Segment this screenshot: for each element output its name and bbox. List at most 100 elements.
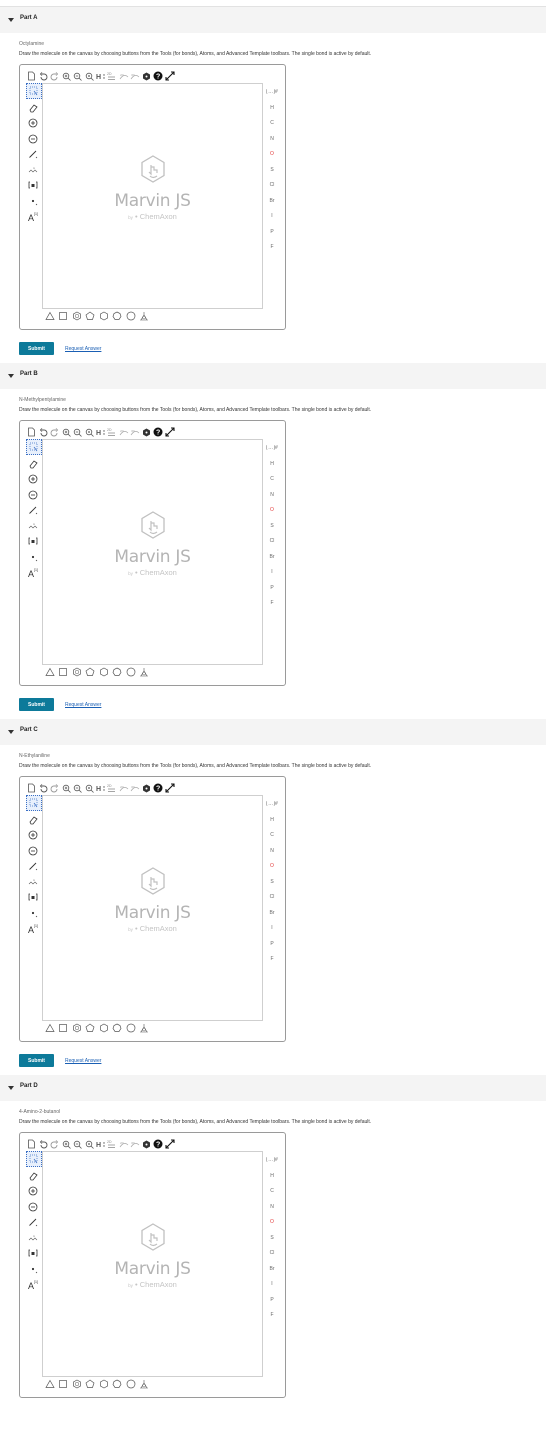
atom-list-icon[interactable]: A [1] (26, 921, 40, 935)
part-header[interactable]: Part B (0, 363, 546, 389)
atom-h-button[interactable]: H (264, 457, 280, 473)
chain-tool-icon[interactable]: n (26, 519, 40, 533)
charge-minus-icon[interactable] (26, 488, 40, 502)
atom-n-button[interactable]: N (264, 1200, 280, 1216)
fullscreen-icon[interactable] (164, 783, 175, 794)
radical-tool-icon[interactable] (26, 194, 40, 208)
undo-icon[interactable] (38, 783, 49, 794)
cyclopentane-template-icon[interactable] (85, 1023, 96, 1034)
zoom-fit-icon[interactable] (84, 1139, 95, 1150)
new-document-icon[interactable] (26, 1139, 37, 1150)
zoom-fit-icon[interactable] (84, 427, 95, 438)
benzene-template-icon[interactable] (71, 1023, 82, 1034)
atom-h-button[interactable]: H (264, 101, 280, 117)
atom-i-button[interactable]: I (264, 565, 280, 581)
3d-clean-icon[interactable]: 3D (130, 71, 141, 82)
atom-s-button[interactable]: S (264, 163, 280, 179)
template-library-icon[interactable] (139, 311, 150, 322)
chain-tool-icon[interactable]: n (26, 1231, 40, 1245)
charge-minus-icon[interactable] (26, 1200, 40, 1214)
cycloheptane-template-icon[interactable] (112, 311, 123, 322)
selection-tool-icon[interactable] (26, 795, 42, 811)
zoom-in-icon[interactable] (61, 783, 72, 794)
cyclopentane-template-icon[interactable] (85, 311, 96, 322)
undo-icon[interactable] (38, 1139, 49, 1150)
eraser-tool-icon[interactable] (26, 101, 40, 115)
zoom-out-icon[interactable] (72, 71, 83, 82)
benzene-template-icon[interactable] (71, 311, 82, 322)
submit-button[interactable]: Submit (19, 1054, 54, 1067)
submit-button[interactable]: Submit (19, 698, 54, 711)
help-icon[interactable]: ? (153, 71, 164, 82)
atom-cl-button[interactable]: Cl (264, 178, 280, 194)
atom-c-button[interactable]: C (264, 116, 280, 132)
request-answer-link[interactable]: Request Answer (65, 1058, 101, 1064)
collapse-caret-icon[interactable] (8, 1086, 14, 1090)
zoom-fit-icon[interactable] (84, 783, 95, 794)
atom-p-button[interactable]: P (264, 937, 280, 953)
request-answer-link[interactable]: Request Answer (65, 702, 101, 708)
atom-c-button[interactable]: C (264, 472, 280, 488)
drawing-canvas[interactable]: Marvin JS by • ChemAxon (42, 83, 263, 309)
fullscreen-icon[interactable] (164, 427, 175, 438)
redo-icon[interactable] (49, 1139, 60, 1150)
atom-s-button[interactable]: S (264, 1231, 280, 1247)
atom-s-button[interactable]: S (264, 519, 280, 535)
part-header[interactable]: Part D (0, 1075, 546, 1101)
charge-plus-icon[interactable] (26, 828, 40, 842)
atom-o-button[interactable]: O (264, 859, 280, 875)
cyclopropane-template-icon[interactable] (44, 311, 55, 322)
3d-clean-icon[interactable]: 3D (130, 783, 141, 794)
atom-list-icon[interactable]: A [1] (26, 209, 40, 223)
zoom-out-icon[interactable] (72, 427, 83, 438)
cyclopropane-template-icon[interactable] (44, 1379, 55, 1390)
atom-p-button[interactable]: P (264, 581, 280, 597)
benzene-template-icon[interactable] (71, 667, 82, 678)
help-icon[interactable]: ? (153, 783, 164, 794)
benzene-template-icon[interactable] (71, 1379, 82, 1390)
cyclooctane-template-icon[interactable] (125, 667, 136, 678)
zoom-in-icon[interactable] (61, 1139, 72, 1150)
periodic-table-button[interactable]: ⌊…⌋# (264, 797, 280, 813)
new-document-icon[interactable] (26, 783, 37, 794)
fullscreen-icon[interactable] (164, 1139, 175, 1150)
cyclooctane-template-icon[interactable] (125, 311, 136, 322)
cip-stereo-icon[interactable]: 2D (107, 427, 118, 438)
atom-f-button[interactable]: F (264, 596, 280, 612)
selection-tool-icon[interactable] (26, 1151, 42, 1167)
hydrogens-icon[interactable]: H (95, 71, 106, 82)
atom-h-button[interactable]: H (264, 813, 280, 829)
template-library-icon[interactable] (139, 1023, 150, 1034)
3d-clean-icon[interactable]: 3D (130, 427, 141, 438)
cycloheptane-template-icon[interactable] (112, 1023, 123, 1034)
cip-stereo-icon[interactable]: 2D (107, 783, 118, 794)
single-bond-tool-icon[interactable] (26, 147, 40, 161)
2d-clean-icon[interactable]: 2D (118, 1139, 129, 1150)
settings-hex-icon[interactable] (141, 427, 152, 438)
hydrogens-icon[interactable]: H (95, 1139, 106, 1150)
charge-minus-icon[interactable] (26, 844, 40, 858)
atom-f-button[interactable]: F (264, 1308, 280, 1324)
cyclobutane-template-icon[interactable] (58, 667, 69, 678)
cyclohexane-template-icon[interactable] (98, 1379, 109, 1390)
settings-hex-icon[interactable] (141, 71, 152, 82)
radical-tool-icon[interactable] (26, 550, 40, 564)
cip-stereo-icon[interactable]: 2D (107, 1139, 118, 1150)
new-document-icon[interactable] (26, 71, 37, 82)
eraser-tool-icon[interactable] (26, 813, 40, 827)
template-library-icon[interactable] (139, 667, 150, 678)
cyclopentane-template-icon[interactable] (85, 667, 96, 678)
fullscreen-icon[interactable] (164, 71, 175, 82)
submit-button[interactable]: Submit (19, 342, 54, 355)
undo-icon[interactable] (38, 71, 49, 82)
atom-s-button[interactable]: S (264, 875, 280, 891)
hydrogens-icon[interactable]: H (95, 783, 106, 794)
collapse-caret-icon[interactable] (8, 18, 14, 22)
redo-icon[interactable] (49, 427, 60, 438)
atom-cl-button[interactable]: Cl (264, 890, 280, 906)
selection-tool-icon[interactable] (26, 439, 42, 455)
hydrogens-icon[interactable]: H (95, 427, 106, 438)
atom-cl-button[interactable]: Cl (264, 1246, 280, 1262)
charge-plus-icon[interactable] (26, 1184, 40, 1198)
atom-br-button[interactable]: Br (264, 906, 280, 922)
